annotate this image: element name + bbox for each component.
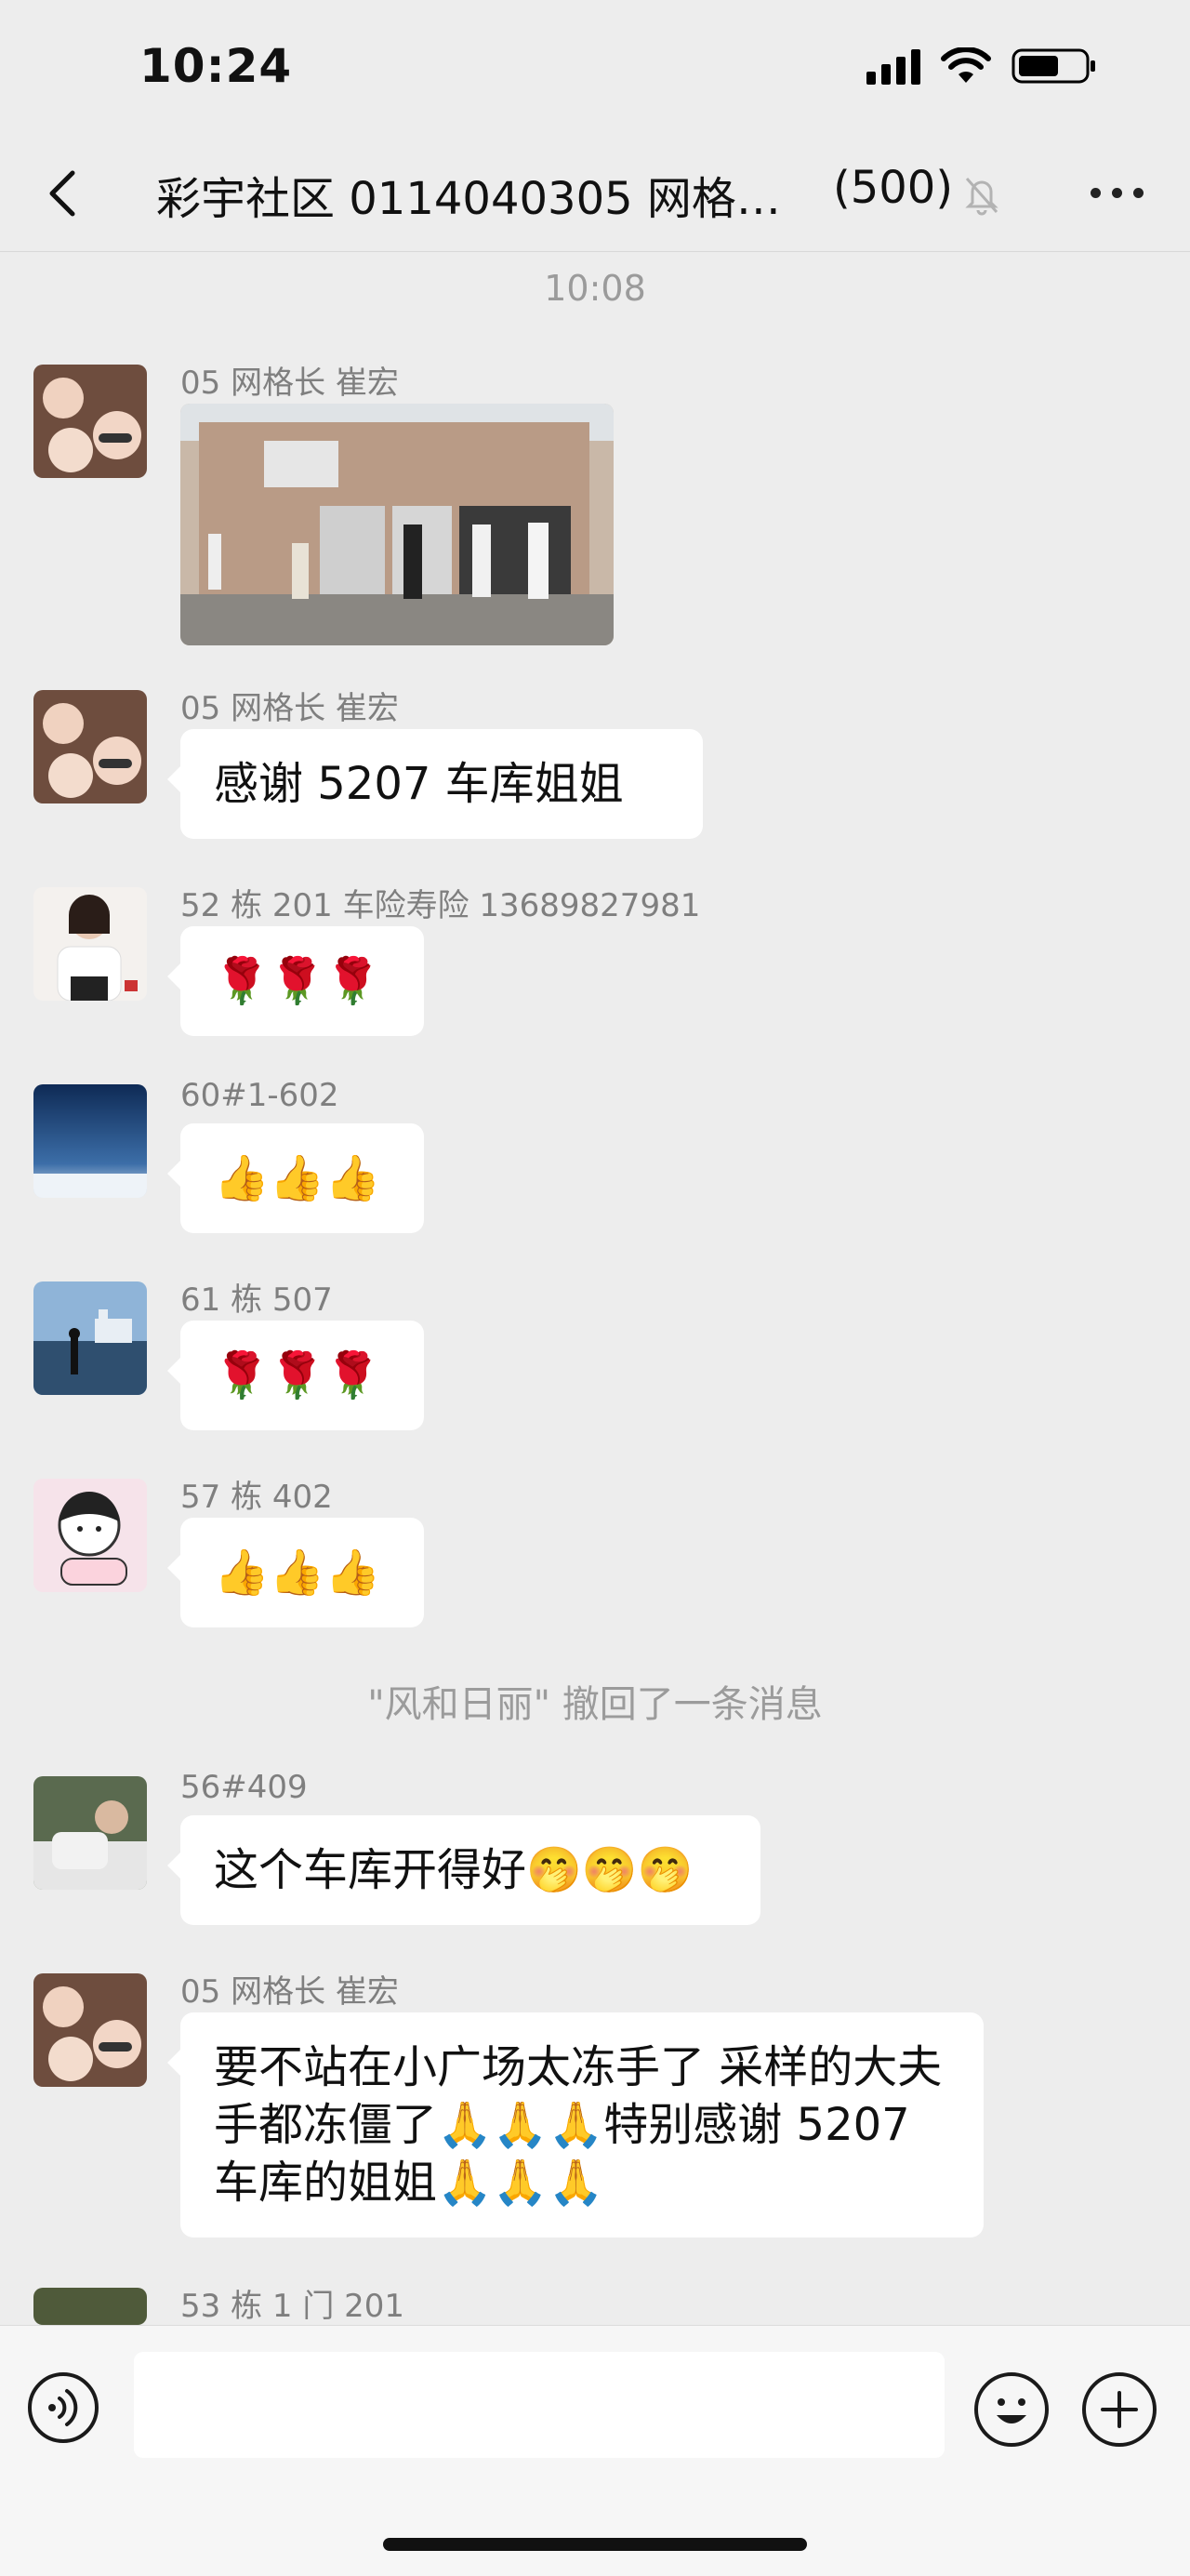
message-bubble[interactable]: 感谢 5207 车库姐姐 bbox=[167, 729, 703, 839]
sender-name: 05 网格长 崔宏 bbox=[180, 365, 399, 402]
input-bar bbox=[0, 2325, 1190, 2576]
voice-icon bbox=[48, 2389, 78, 2426]
image-message[interactable] bbox=[180, 404, 614, 645]
status-time: 10:24 bbox=[139, 39, 293, 93]
sender-name: 61 栋 507 bbox=[180, 1281, 333, 1319]
sender-name: 56#409 bbox=[180, 1769, 308, 1806]
recall-notice: "风和日丽" 撤回了一条消息 bbox=[367, 1683, 823, 1726]
sender-name: 53 栋 1 门 201 bbox=[180, 2288, 405, 2325]
message-bubble[interactable]: 要不站在小广场太冻手了 采样的大夫手都冻僵了🙏🙏🙏特别感谢 5207 车库的姐姐… bbox=[167, 2012, 984, 2237]
avatar[interactable] bbox=[33, 365, 147, 478]
home-indicator bbox=[383, 2538, 807, 2551]
message-bubble[interactable]: 👍👍👍 bbox=[167, 1123, 424, 1233]
cellular-signal-icon bbox=[866, 47, 920, 85]
message-bubble[interactable]: 🌹🌹🌹 bbox=[167, 1321, 424, 1430]
sender-name: 05 网格长 崔宏 bbox=[180, 690, 399, 727]
more-functions-button[interactable] bbox=[1082, 2372, 1157, 2447]
sender-name: 57 栋 402 bbox=[180, 1479, 333, 1516]
sender-name: 05 网格长 崔宏 bbox=[180, 1973, 399, 2011]
wifi-icon bbox=[941, 47, 991, 83]
message-bubble[interactable]: 🌹🌹🌹 bbox=[167, 926, 424, 1036]
back-arrow-icon[interactable] bbox=[37, 164, 93, 223]
mute-bell-icon bbox=[965, 178, 998, 216]
plus-icon bbox=[1101, 2391, 1138, 2428]
message-input[interactable] bbox=[134, 2352, 945, 2458]
timestamp-divider: 10:08 bbox=[544, 268, 646, 309]
status-bar: 10:24 bbox=[0, 0, 1190, 139]
battery-icon bbox=[1012, 48, 1095, 84]
avatar[interactable] bbox=[33, 690, 147, 803]
voice-input-button[interactable] bbox=[28, 2372, 99, 2443]
emoji-button[interactable] bbox=[974, 2372, 1049, 2447]
member-count: (500) bbox=[833, 162, 954, 214]
avatar[interactable] bbox=[33, 887, 147, 1001]
smiley-icon bbox=[997, 2398, 1026, 2423]
avatar[interactable] bbox=[33, 1281, 147, 1395]
avatar[interactable] bbox=[33, 1973, 147, 2087]
avatar[interactable] bbox=[33, 2288, 147, 2325]
status-icons bbox=[866, 46, 1097, 86]
more-options-icon[interactable] bbox=[1091, 188, 1144, 198]
avatar[interactable] bbox=[33, 1776, 147, 1890]
sender-name: 52 栋 201 车险寿险 13689827981 bbox=[180, 887, 701, 924]
message-bubble[interactable]: 这个车库开得好🤭🤭🤭 bbox=[167, 1815, 760, 1925]
chat-title: 彩宇社区 0114040305 网格… bbox=[156, 173, 781, 225]
message-bubble[interactable]: 👍👍👍 bbox=[167, 1518, 424, 1627]
avatar[interactable] bbox=[33, 1479, 147, 1592]
sender-name: 60#1-602 bbox=[180, 1077, 339, 1114]
chat-header: 彩宇社区 0114040305 网格… (500) bbox=[0, 139, 1190, 252]
avatar[interactable] bbox=[33, 1084, 147, 1198]
